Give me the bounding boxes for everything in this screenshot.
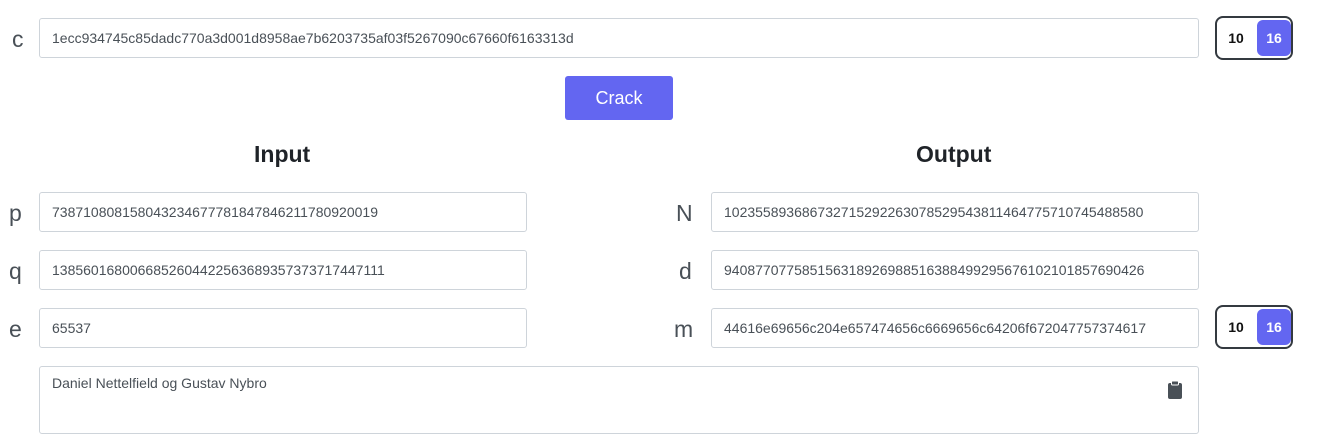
ciphertext-input[interactable]: 1ecc934745c85dadc770a3d001d8958ae7b62037…	[39, 18, 1199, 58]
d-label: d	[679, 258, 692, 284]
base-10-option[interactable]: 10	[1219, 20, 1253, 56]
ciphertext-value: 1ecc934745c85dadc770a3d001d8958ae7b62037…	[52, 30, 574, 46]
m-value: 44616e69656c204e657474656c6669656c64206f…	[724, 320, 1146, 336]
m-output[interactable]: 44616e69656c204e657474656c6669656c64206f…	[711, 308, 1199, 348]
base-16-option[interactable]: 16	[1257, 20, 1291, 56]
input-heading: Input	[254, 141, 311, 167]
q-input[interactable]: 1385601680066852604422563689357373717447…	[39, 250, 527, 290]
clipboard-icon[interactable]	[1166, 380, 1184, 400]
credits-text: Daniel Nettelfield og Gustav Nybro	[52, 375, 267, 391]
message-base-toggle: 10 16	[1215, 305, 1293, 349]
m-label: m	[674, 316, 694, 342]
q-value: 1385601680066852604422563689357373717447…	[52, 262, 385, 278]
d-output[interactable]: 9408770775851563189269885163884992956761…	[711, 250, 1199, 290]
p-value: 7387108081580432346777818478462117809200…	[52, 204, 378, 220]
n-output[interactable]: 1023558936867327152922630785295438114647…	[711, 192, 1199, 232]
ciphertext-label: c	[12, 26, 24, 52]
ciphertext-base-toggle: 10 16	[1215, 16, 1293, 60]
base-10-option[interactable]: 10	[1219, 309, 1253, 345]
p-input[interactable]: 7387108081580432346777818478462117809200…	[39, 192, 527, 232]
d-value: 9408770775851563189269885163884992956761…	[724, 262, 1145, 278]
credits-textarea[interactable]: Daniel Nettelfield og Gustav Nybro	[39, 366, 1199, 434]
e-input[interactable]: 65537	[39, 308, 527, 348]
e-value: 65537	[52, 320, 91, 336]
e-label: e	[9, 316, 22, 342]
p-label: p	[9, 200, 22, 226]
crack-button[interactable]: Crack	[565, 76, 673, 120]
q-label: q	[9, 258, 22, 284]
n-value: 1023558936867327152922630785295438114647…	[724, 204, 1144, 220]
output-heading: Output	[916, 141, 992, 167]
n-label: N	[676, 200, 693, 226]
base-16-option[interactable]: 16	[1257, 309, 1291, 345]
